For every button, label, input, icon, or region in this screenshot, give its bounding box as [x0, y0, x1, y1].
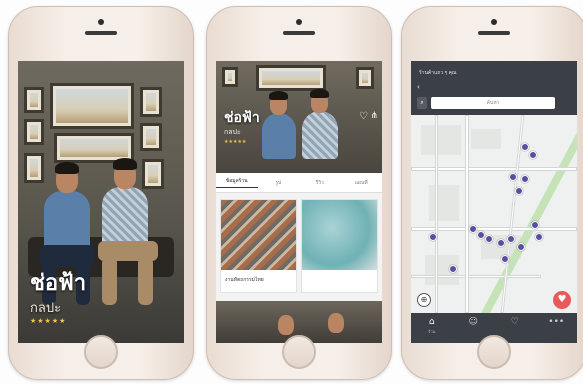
framed-painting: [140, 87, 162, 117]
person-left-hair: [269, 91, 288, 100]
phone2-screen: ช่อฟ้า กลปะ ★★★★★ ♡ ⋔ ข้อมูลร้าน รูป รีว…: [216, 61, 382, 343]
search-input[interactable]: ค้นหา: [431, 97, 555, 109]
map-pin[interactable]: [429, 233, 437, 241]
home-button[interactable]: [84, 335, 118, 369]
map-pin[interactable]: [529, 151, 537, 159]
rating-stars: ★★★★★: [30, 317, 67, 325]
map-view[interactable]: ⊕ ♥: [411, 115, 577, 313]
map-pin[interactable]: [517, 243, 525, 251]
person-left: [262, 113, 296, 159]
framed-painting: [24, 87, 44, 113]
phone1-screen: ช่อฟ้า กลปะ ★★★★★: [18, 61, 184, 343]
framed-painting: [356, 67, 374, 89]
back-arrow-icon[interactable]: ‹: [417, 83, 420, 91]
map-pin[interactable]: [509, 173, 517, 181]
map-pin[interactable]: [497, 239, 505, 247]
map-header: ร้านค้าแถว ๆ คุณ ‹ ⌕ ค้นหา: [411, 61, 577, 115]
map-block: [471, 129, 501, 149]
product-image: [302, 200, 377, 270]
shop-tabs: ข้อมูลร้าน รูป รีวิว แผนที่: [216, 173, 382, 193]
share-icon[interactable]: ⋔: [370, 111, 378, 121]
more-icon: •••: [548, 317, 565, 327]
map-pin[interactable]: [477, 231, 485, 239]
favorite-heart-button[interactable]: ♥: [553, 291, 571, 309]
phone-frame-3: ร้านค้าแถว ๆ คุณ ‹ ⌕ ค้นหา ⊕ ♥ ⌂ ร้าน ☺ …: [401, 6, 583, 380]
tab-photos[interactable]: รูป: [258, 179, 300, 187]
map-pin[interactable]: [515, 187, 523, 195]
framed-painting: [256, 65, 326, 91]
framed-painting: [222, 67, 238, 87]
heart-icon[interactable]: ♡: [359, 111, 368, 122]
product-card[interactable]: งานหัตถกรรมไทย: [220, 199, 297, 293]
shop-category: กลปะ: [30, 300, 62, 315]
framed-painting: [24, 153, 44, 183]
product-image: [221, 200, 296, 270]
map-pin[interactable]: [535, 233, 543, 241]
map-pin[interactable]: [521, 175, 529, 183]
tab-stores[interactable]: ⌂ ร้าน: [411, 313, 453, 343]
map-pin[interactable]: [521, 143, 529, 151]
phone3-screen: ร้านค้าแถว ๆ คุณ ‹ ⌕ ค้นหา ⊕ ♥ ⌂ ร้าน ☺ …: [411, 61, 577, 343]
framed-painting: [24, 119, 44, 145]
profile-icon: ☺: [468, 317, 478, 327]
app-showcase: ช่อฟ้า กลปะ ★★★★★ ช่อฟ้า กลปะ ★★★★★ ♡ ⋔ …: [0, 0, 583, 384]
map-pin[interactable]: [507, 235, 515, 243]
locate-me-icon[interactable]: ⊕: [417, 293, 431, 307]
map-pin[interactable]: [485, 235, 493, 243]
tab-info[interactable]: ข้อมูลร้าน: [216, 177, 258, 188]
speaker-grille: [85, 31, 117, 35]
header-title: ร้านค้าแถว ๆ คุณ: [419, 70, 457, 76]
road: [435, 115, 438, 313]
heart-icon: ♡: [510, 317, 519, 327]
framed-painting: [142, 159, 164, 189]
speaker-grille: [478, 31, 510, 35]
tab-map[interactable]: แผนที่: [341, 179, 383, 187]
map-block: [421, 125, 461, 155]
map-pin[interactable]: [531, 221, 539, 229]
tab-reviews[interactable]: รีวิว: [299, 179, 341, 187]
phone-frame-2: ช่อฟ้า กลปะ ★★★★★ ♡ ⋔ ข้อมูลร้าน รูป รีว…: [206, 6, 392, 380]
framed-painting: [140, 123, 162, 151]
speaker-grille: [283, 31, 315, 35]
tab-more[interactable]: •••: [536, 313, 578, 343]
shop-name: ช่อฟ้า: [30, 270, 87, 295]
shop-category: กลปะ: [224, 129, 241, 136]
road: [465, 115, 469, 313]
product-card[interactable]: [301, 199, 378, 293]
tab-label: ร้าน: [428, 329, 436, 334]
shop-name: ช่อฟ้า: [224, 109, 260, 125]
framed-painting: [50, 83, 134, 129]
home-button[interactable]: [477, 335, 511, 369]
camera-dot: [296, 19, 302, 25]
store-icon: ⌂: [428, 317, 435, 327]
map-block: [429, 185, 459, 221]
road: [411, 275, 541, 278]
person-right-hair: [310, 89, 329, 98]
home-button[interactable]: [282, 335, 316, 369]
rating-stars: ★★★★★: [224, 139, 247, 145]
product-caption: งานหัตถกรรมไทย: [225, 277, 264, 283]
phone-frame-1: ช่อฟ้า กลปะ ★★★★★: [8, 6, 194, 380]
shop-hero-photo: ช่อฟ้า กลปะ ★★★★★ ♡ ⋔: [216, 61, 382, 173]
camera-dot: [98, 19, 104, 25]
map-pin[interactable]: [501, 255, 509, 263]
person-right: [302, 111, 338, 159]
map-pin[interactable]: [449, 265, 457, 273]
search-icon[interactable]: ⌕: [417, 97, 427, 109]
camera-dot: [491, 19, 497, 25]
map-pin[interactable]: [469, 225, 477, 233]
